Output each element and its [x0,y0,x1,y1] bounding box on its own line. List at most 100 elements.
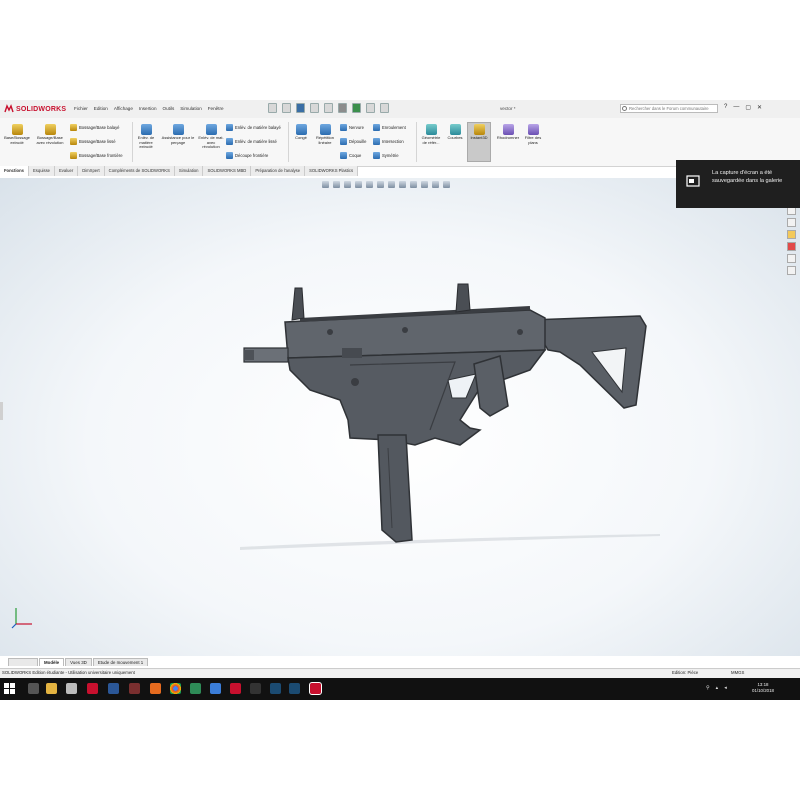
search-input[interactable]: Rechercher dans le Forum communautaire [620,104,718,113]
file-explorer-taskbar-icon[interactable] [46,683,57,694]
boundary-cut-button[interactable]: Découpe frontière [226,152,268,159]
minimize-button[interactable]: — [733,104,739,111]
undo-icon[interactable] [324,103,333,113]
custom-properties-icon[interactable] [787,266,796,275]
menu-item-fichier[interactable]: Fichier [74,106,88,111]
zoom-area-icon[interactable] [333,181,340,188]
design-library-icon[interactable] [787,218,796,227]
tab-nav-arrows[interactable] [8,658,38,666]
store-icon[interactable] [66,683,77,694]
pdf-icon[interactable] [87,683,98,694]
steam-icon-2[interactable] [289,683,300,694]
intersect-button[interactable]: Intersection [373,138,404,145]
network-icon[interactable]: ▴ [716,685,719,691]
tab-esquisse[interactable]: Esquisse [29,166,56,176]
curves-button[interactable]: Courbes [445,124,465,141]
shell-button[interactable]: Coque [340,152,361,159]
volume-icon[interactable]: ◂ [724,685,727,691]
tab-simulation[interactable]: Simulation [174,166,204,176]
extruded-boss-button[interactable]: Base/Bossage extrudé [3,124,31,145]
rib-button[interactable]: Nervure [340,124,364,131]
rhodromner-button[interactable]: Rhodromner [494,124,522,141]
chrome-icon[interactable] [170,683,181,694]
feature-tree-handle[interactable] [0,402,3,420]
linear-pattern-button[interactable]: Répétition linéaire [313,124,337,145]
tab-evaluer[interactable]: Evaluer [55,166,79,176]
hide-show-icon[interactable] [399,181,406,188]
swept-boss-button[interactable]: Bossage/Base balayé [70,124,120,131]
tab-modele[interactable]: Modèle [39,658,65,666]
lofted-boss-button[interactable]: Bossage/Base lissé [70,138,116,145]
tab-fonctions[interactable]: Fonctions [0,166,30,176]
firefox-icon[interactable] [150,683,161,694]
boundary-boss-button[interactable]: Bossage/Base frontière [70,152,123,159]
part-model-3d[interactable] [230,270,660,560]
instant3d-button[interactable]: Instant3D [468,124,490,141]
open-icon[interactable] [282,103,291,113]
windows-start-icon[interactable] [4,683,15,694]
rebuild-icon[interactable] [352,103,361,113]
status-units[interactable]: MMGS [731,670,744,675]
menu-item-fenetre[interactable]: Fenêtre [208,106,224,111]
word-icon[interactable] [108,683,119,694]
appearances-icon[interactable] [787,242,796,251]
menu-item-insertion[interactable]: Insertion [139,106,157,111]
save-icon[interactable] [296,103,305,113]
apply-scene-icon[interactable] [421,181,428,188]
file-explorer-icon[interactable] [787,230,796,239]
media-icon[interactable] [250,683,261,694]
reference-geometry-button[interactable]: Géométrie de référ... [419,124,443,145]
section-view-icon[interactable] [355,181,362,188]
tab-mbd[interactable]: SOLIDWORKS MBD [203,166,252,176]
hole-wizard-button[interactable]: Assistance pour le perçage [160,124,196,145]
monitor-icon[interactable] [443,181,450,188]
print-icon[interactable] [310,103,319,113]
zoom-to-fit-icon[interactable] [322,181,329,188]
app-icon[interactable] [129,683,140,694]
taskbar-clock[interactable]: 13:18 01/10/2018 [752,682,774,694]
excel-icon[interactable] [190,683,201,694]
steam-icon[interactable] [270,683,281,694]
solidworks-alt-icon[interactable] [230,683,241,694]
people-icon[interactable]: ⚲ [706,685,710,691]
new-document-icon[interactable] [268,103,277,113]
swept-cut-button[interactable]: Enlèv. de matière balayé [226,124,281,131]
display-style-icon[interactable] [388,181,395,188]
tab-vues-3d[interactable]: Vues 3D [65,658,92,666]
maximize-button[interactable]: ▢ [745,104,751,111]
tab-plastics[interactable]: SOLIDWORKS Plastics [305,166,359,176]
photos-icon[interactable] [210,683,221,694]
solidworks-taskbar-icon[interactable] [309,682,322,695]
edit-appearance-icon[interactable] [410,181,417,188]
plane-filter-button[interactable]: Filtre des plans [524,124,542,145]
revolved-boss-button[interactable]: Bossage/Base avec révolution [35,124,65,145]
view-settings-icon[interactable] [432,181,439,188]
tab-motion-study[interactable]: Etude de mouvement 1 [92,658,149,666]
help-button[interactable]: ? [724,104,727,111]
solidworks-logo[interactable]: SOLIDWORKS [4,103,66,115]
tab-complements[interactable]: Compléments de SOLIDWORKS [104,166,175,176]
tab-preparation[interactable]: Préparation de l'analyse [251,166,306,176]
extruded-cut-button[interactable]: Enlèv. de matière extrudé [135,124,157,150]
view-palette-icon[interactable] [787,254,796,263]
options-icon[interactable] [380,103,389,113]
search-icon[interactable] [622,106,627,111]
fillet-button[interactable]: Congé [291,124,311,141]
screenshot-notification[interactable]: La capture d'écran a été sauvegardée dan… [676,160,800,208]
mirror-button[interactable]: Symétrie [373,152,399,159]
close-button[interactable]: ✕ [757,104,762,111]
draft-button[interactable]: Dépouille [340,138,366,145]
view-orientation-icon[interactable] [377,181,384,188]
menu-item-edition[interactable]: Edition [94,106,108,111]
wrap-button[interactable]: Enroulement [373,124,406,131]
file-properties-icon[interactable] [366,103,375,113]
tab-dimxpert[interactable]: DimXpert [78,166,105,176]
menu-item-affichage[interactable]: Affichage [114,106,133,111]
dynamic-annotation-icon[interactable] [366,181,373,188]
previous-view-icon[interactable] [344,181,351,188]
menu-item-simulation[interactable]: Simulation [180,106,201,111]
lofted-cut-button[interactable]: Enlèv. de matière lissé [226,138,277,145]
menu-item-outils[interactable]: Outils [163,106,175,111]
revolved-cut-button[interactable]: Enlèv. de mat. avec révolution [198,124,224,150]
select-icon[interactable] [338,103,347,113]
